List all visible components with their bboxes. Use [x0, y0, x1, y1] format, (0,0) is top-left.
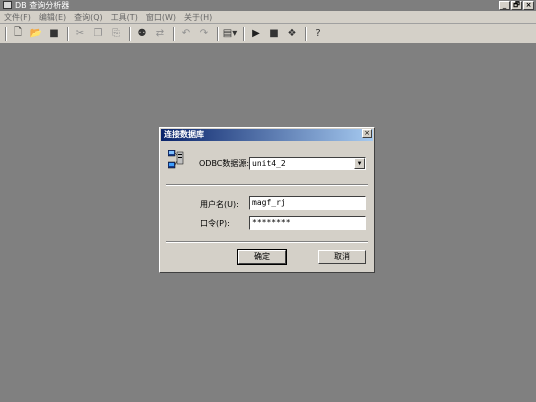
save-icon[interactable]: ■	[46, 26, 62, 42]
password-field[interactable]: ********	[249, 216, 366, 230]
execute-icon[interactable]: ▶	[248, 26, 264, 42]
app-title: DB 查询分析器	[15, 1, 70, 10]
app-title-bar: DB 查询分析器 _ 🗗 ×	[0, 0, 536, 11]
toolbar: 🗋 📂 ■ ✂ ❐ ⎘ ⚉ ⇄ ↶ ↷ ▤▾ ▶ ■ ❖ ?	[0, 24, 536, 44]
menu-edit[interactable]: 编辑(E)	[35, 11, 70, 24]
window-controls: _ 🗗 ×	[499, 1, 534, 10]
parse-icon[interactable]: ❖	[284, 26, 300, 42]
menu-file[interactable]: 文件(F)	[0, 11, 35, 24]
toolbar-separator	[129, 26, 131, 41]
toolbar-separator	[67, 26, 69, 41]
menu-bar: 文件(F) 编辑(E) 查询(Q) 工具(T) 窗口(W) 关于(H)	[0, 11, 536, 24]
dialog-title: 连接数据库	[161, 129, 373, 141]
database-server-icon	[168, 150, 184, 169]
menu-about[interactable]: 关于(H)	[180, 11, 216, 24]
menu-window[interactable]: 窗口(W)	[142, 11, 180, 24]
copy-icon[interactable]: ❐	[90, 26, 106, 42]
cancel-button[interactable]: 取消	[318, 250, 366, 264]
undo-icon[interactable]: ↶	[178, 26, 194, 42]
username-label: 用户名(U):	[200, 200, 239, 209]
odbc-label: ODBC数据源:	[199, 159, 250, 168]
open-file-icon[interactable]: 📂	[28, 26, 44, 42]
ok-button[interactable]: 确定	[237, 249, 287, 265]
password-label: 口令(P):	[200, 219, 230, 228]
replace-icon[interactable]: ⇄	[152, 26, 168, 42]
dialog-close-button[interactable]: ×	[362, 129, 372, 138]
toolbar-separator	[217, 26, 219, 41]
dialog-divider	[166, 184, 368, 186]
find-icon[interactable]: ⚉	[134, 26, 150, 42]
odbc-datasource-select[interactable]: unit4_2 ▼	[249, 157, 366, 170]
chevron-down-icon[interactable]: ▼	[354, 158, 365, 169]
restore-button[interactable]: 🗗	[511, 1, 522, 10]
username-field[interactable]: magf_rj	[249, 196, 366, 210]
toolbar-separator	[305, 26, 307, 41]
toolbar-separator	[243, 26, 245, 41]
new-query-icon[interactable]: 🗋	[10, 26, 26, 42]
menu-query[interactable]: 查询(Q)	[70, 11, 107, 24]
help-icon[interactable]: ?	[310, 26, 326, 42]
app-icon	[3, 1, 12, 9]
toolbar-separator	[5, 26, 7, 41]
toolbar-separator	[173, 26, 175, 41]
redo-icon[interactable]: ↷	[196, 26, 212, 42]
close-window-button[interactable]: ×	[523, 1, 534, 10]
dialog-divider	[166, 241, 368, 243]
paste-icon[interactable]: ⎘	[108, 26, 124, 42]
cut-icon[interactable]: ✂	[72, 26, 88, 42]
menu-tools[interactable]: 工具(T)	[107, 11, 142, 24]
connect-database-dialog: 连接数据库 × ODBC数据源: unit4_2 ▼ 用户名(U): magf_…	[159, 127, 375, 273]
stop-icon[interactable]: ■	[266, 26, 282, 42]
minimize-button[interactable]: _	[499, 1, 510, 10]
grid-mode-icon[interactable]: ▤▾	[222, 26, 238, 42]
odbc-datasource-value: unit4_2	[252, 159, 286, 168]
